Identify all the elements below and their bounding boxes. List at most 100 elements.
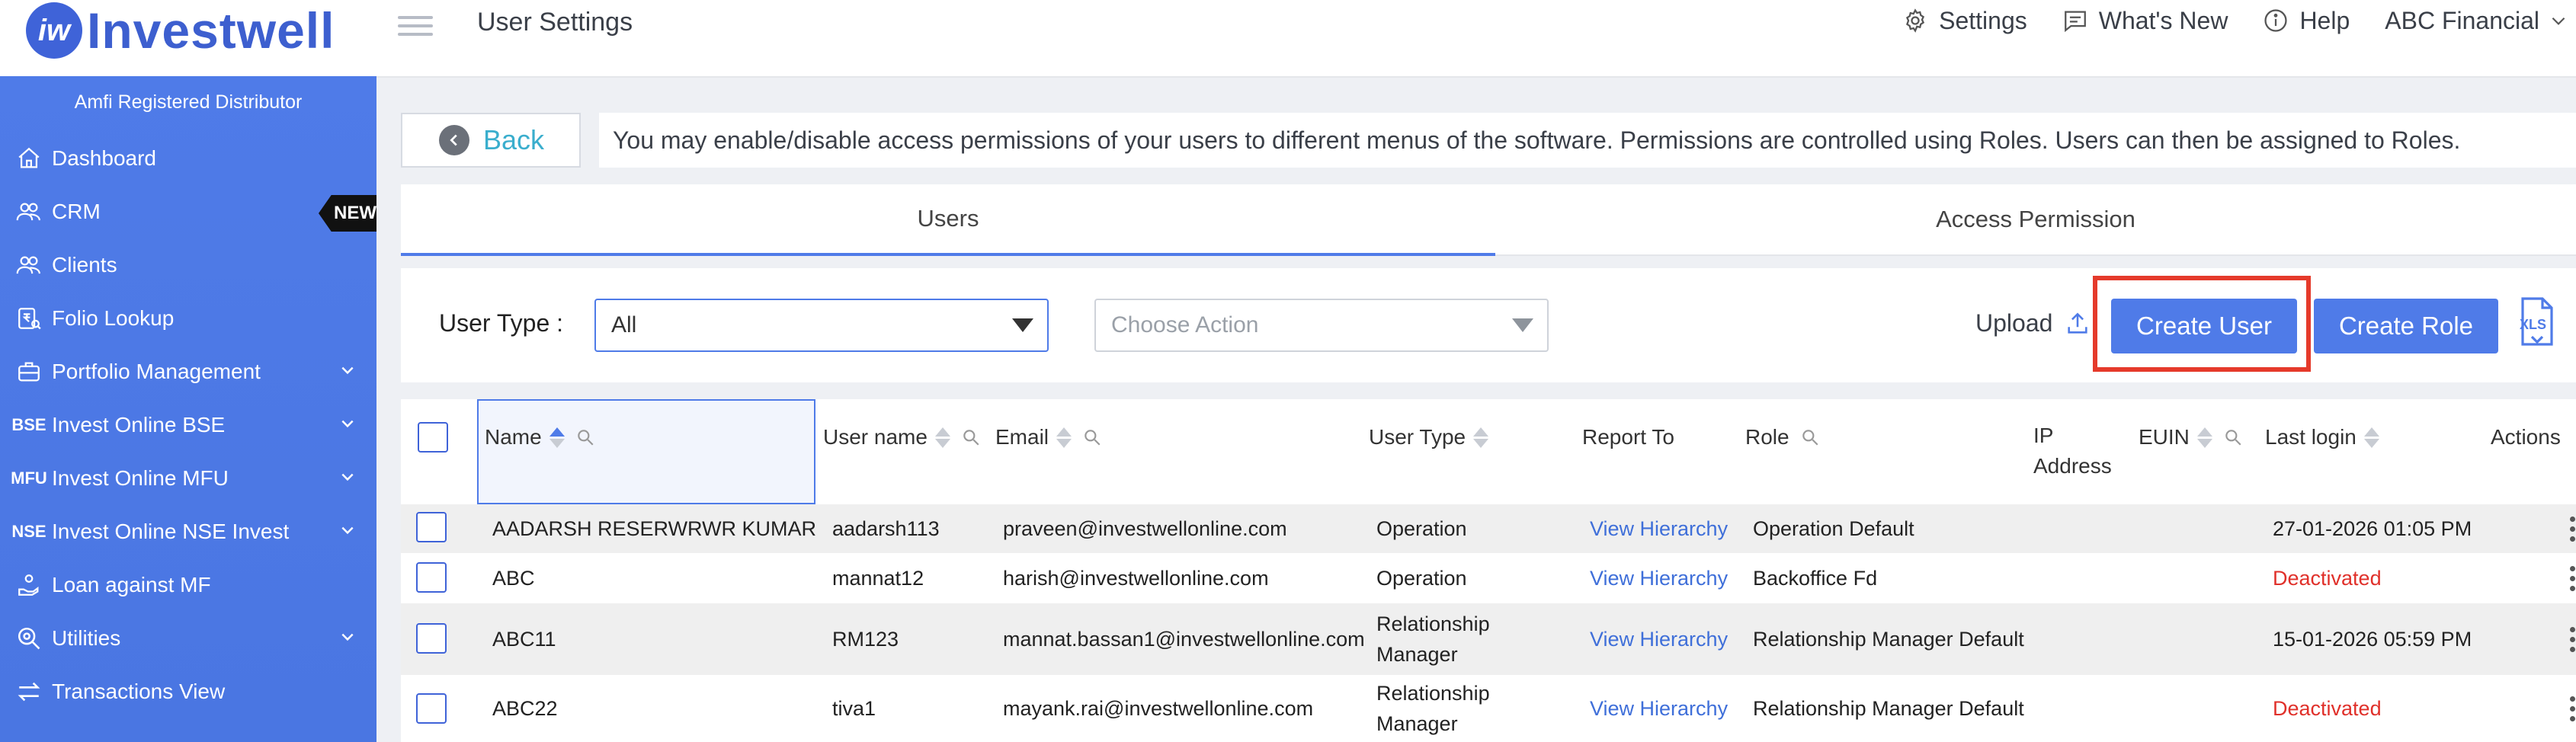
rupee-search-icon bbox=[18, 308, 41, 330]
column-header-user-type[interactable]: User Type bbox=[1369, 425, 1489, 449]
sidebar-item-label: Portfolio Management bbox=[52, 360, 261, 383]
bse-icon: BSE bbox=[11, 415, 46, 434]
cell-role: Relationship Manager Default bbox=[1753, 628, 2024, 651]
sidebar-item-invest-online-mfu[interactable]: MFU Invest Online MFU bbox=[0, 456, 376, 501]
transfer-arrows-icon bbox=[18, 682, 40, 702]
help-link[interactable]: Help bbox=[2263, 7, 2350, 35]
search-icon[interactable] bbox=[575, 427, 595, 447]
create-role-button[interactable]: Create Role bbox=[2314, 299, 2498, 353]
sort-icon[interactable] bbox=[934, 427, 950, 448]
info-text: You may enable/disable access permission… bbox=[613, 126, 2461, 154]
sort-icon[interactable] bbox=[2363, 427, 2379, 448]
sidebar-item-label: Clients bbox=[52, 253, 117, 277]
search-icon[interactable] bbox=[961, 427, 981, 447]
tab-bar: Users Access Permission bbox=[401, 184, 2576, 256]
column-header-role[interactable]: Role bbox=[1745, 425, 1820, 449]
search-icon[interactable] bbox=[1082, 427, 1102, 447]
back-label: Back bbox=[483, 124, 545, 155]
sidebar-item-folio-lookup[interactable]: Folio Lookup bbox=[0, 296, 376, 341]
cell-email: harish@investwellonline.com bbox=[1003, 567, 1269, 590]
sort-icon[interactable] bbox=[1473, 427, 1489, 448]
tab-users[interactable]: Users bbox=[401, 184, 1495, 256]
row-menu-icon[interactable] bbox=[2568, 675, 2576, 742]
account-menu[interactable]: ABC Financial bbox=[2385, 7, 2568, 35]
row-checkbox[interactable] bbox=[416, 512, 447, 542]
hamburger-menu-icon[interactable] bbox=[398, 11, 433, 43]
home-icon bbox=[18, 147, 40, 168]
sort-icon[interactable] bbox=[549, 427, 565, 448]
cell-last-login: 15-01-2026 05:59 PM bbox=[2273, 628, 2472, 651]
table-row[interactable]: AADARSH RESERWRWR KUMAR aadarsh113 prave… bbox=[401, 504, 2576, 553]
column-header-last-login[interactable]: Last login bbox=[2265, 425, 2379, 449]
row-menu-icon[interactable] bbox=[2568, 504, 2576, 553]
whats-new-label: What's New bbox=[2098, 6, 2228, 34]
row-menu-icon[interactable] bbox=[2568, 553, 2576, 603]
sidebar-item-invest-online-nse[interactable]: NSE Invest Online NSE Invest bbox=[0, 509, 376, 555]
table-header: Name User name Email User Type Report To… bbox=[401, 399, 2576, 504]
sidebar: Amfi Registered Distributor Dashboard CR… bbox=[0, 76, 376, 742]
tab-label: Access Permission bbox=[1936, 206, 2135, 232]
table-row[interactable]: ABC mannat12 harish@investwellonline.com… bbox=[401, 553, 2576, 603]
people-icon bbox=[16, 203, 40, 221]
cell-username: aadarsh113 bbox=[832, 517, 940, 540]
upload-icon bbox=[2068, 312, 2088, 334]
caret-down-icon bbox=[1012, 318, 1033, 332]
sidebar-item-invest-online-bse[interactable]: BSE Invest Online BSE bbox=[0, 402, 376, 448]
users-table: Name User name Email User Type Report To… bbox=[401, 399, 2576, 742]
column-header-username[interactable]: User name bbox=[823, 425, 981, 449]
upload-label: Upload bbox=[1975, 309, 2053, 337]
chevron-down-icon bbox=[341, 473, 354, 481]
row-checkbox[interactable] bbox=[416, 562, 447, 593]
cell-username: tiva1 bbox=[832, 697, 876, 720]
sidebar-item-clients[interactable]: Clients bbox=[0, 242, 376, 288]
chevron-down-icon bbox=[341, 420, 354, 428]
view-hierarchy-link[interactable]: View Hierarchy bbox=[1590, 603, 1728, 675]
top-nav: Settings What's New Help ABC Financial bbox=[1867, 5, 2568, 37]
choose-action-placeholder: Choose Action bbox=[1111, 312, 1259, 337]
sidebar-item-transactions-view[interactable]: Transactions View bbox=[0, 669, 376, 715]
sidebar-item-label: CRM bbox=[52, 200, 101, 223]
sidebar-item-label: Invest Online BSE bbox=[52, 413, 226, 437]
sort-icon[interactable] bbox=[1056, 427, 1072, 448]
sidebar-item-label: Dashboard bbox=[52, 146, 156, 170]
table-row[interactable]: ABC22 tiva1 mayank.rai@investwellonline.… bbox=[401, 675, 2576, 742]
settings-link[interactable]: Settings bbox=[1902, 7, 2027, 35]
row-menu-icon[interactable] bbox=[2568, 603, 2576, 675]
back-button[interactable]: Back bbox=[401, 113, 581, 168]
xls-download-icon[interactable]: XLS bbox=[2515, 296, 2558, 350]
user-type-select[interactable]: All bbox=[594, 299, 1049, 352]
view-hierarchy-link[interactable]: View Hierarchy bbox=[1590, 553, 1728, 603]
column-header-email[interactable]: Email bbox=[995, 425, 1102, 449]
sidebar-item-dashboard[interactable]: Dashboard bbox=[0, 136, 376, 181]
header-label: User Type bbox=[1369, 425, 1466, 449]
cell-name: ABC11 bbox=[492, 628, 556, 651]
user-type-line: Relationship bbox=[1376, 682, 1490, 705]
cell-status-deactivated: Deactivated bbox=[2273, 697, 2382, 720]
cell-name: ABC22 bbox=[492, 697, 558, 720]
search-icon[interactable] bbox=[1800, 427, 1820, 447]
view-hierarchy-link[interactable]: View Hierarchy bbox=[1590, 504, 1728, 553]
view-hierarchy-link[interactable]: View Hierarchy bbox=[1590, 675, 1728, 742]
logo-wordmark: Investwell bbox=[87, 2, 335, 59]
search-icon[interactable] bbox=[2223, 427, 2243, 447]
upload-button[interactable]: Upload bbox=[1975, 309, 2091, 337]
sidebar-item-portfolio-management[interactable]: Portfolio Management bbox=[0, 349, 376, 395]
sort-icon[interactable] bbox=[2196, 427, 2212, 448]
tab-access-permission[interactable]: Access Permission bbox=[1495, 184, 2576, 256]
column-header-euin[interactable]: EUIN bbox=[2139, 425, 2243, 449]
column-header-name[interactable]: Name bbox=[485, 425, 595, 449]
whats-new-link[interactable]: What's New bbox=[2062, 7, 2228, 35]
select-all-checkbox[interactable] bbox=[418, 422, 448, 453]
table-row[interactable]: ABC11 RM123 mannat.bassan1@investwellonl… bbox=[401, 603, 2576, 675]
logo[interactable]: iw Investwell bbox=[26, 0, 335, 61]
sidebar-item-loan-against-mf[interactable]: Loan against MF bbox=[0, 562, 376, 608]
row-checkbox[interactable] bbox=[416, 693, 447, 724]
tab-label: Users bbox=[917, 205, 979, 232]
gear-search-icon bbox=[18, 627, 40, 650]
cell-username: mannat12 bbox=[832, 567, 924, 590]
header-label: Actions bbox=[2491, 425, 2561, 449]
svg-text:XLS: XLS bbox=[2520, 317, 2546, 332]
sidebar-item-utilities[interactable]: Utilities bbox=[0, 616, 376, 661]
row-checkbox[interactable] bbox=[416, 623, 447, 654]
choose-action-select[interactable]: Choose Action bbox=[1094, 299, 1549, 352]
